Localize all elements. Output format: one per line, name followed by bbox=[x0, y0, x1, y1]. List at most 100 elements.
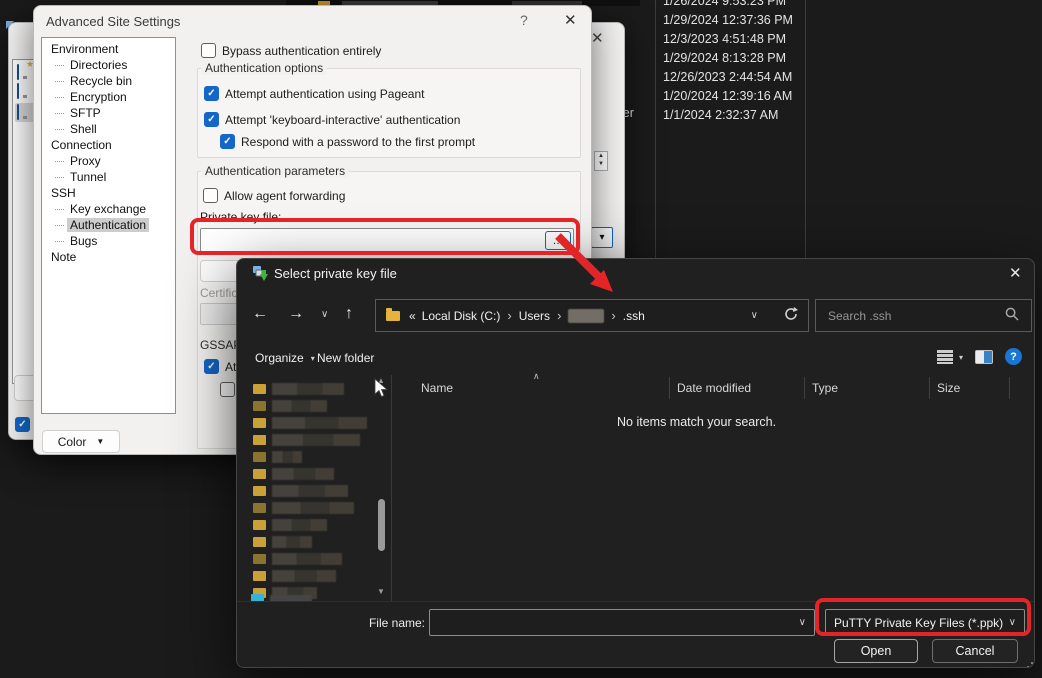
scroll-down-icon[interactable]: ▼ bbox=[377, 587, 385, 596]
checkbox-checked-icon[interactable]: ✓ bbox=[204, 112, 219, 127]
timestamp-cell: 1/29/2024 8:13:28 PM bbox=[663, 49, 793, 68]
site-item[interactable] bbox=[17, 84, 19, 98]
chevron-down-icon: ▾ bbox=[311, 354, 315, 363]
file-name-input[interactable]: ∨ bbox=[429, 609, 815, 636]
checkbox-checked-icon[interactable]: ✓ bbox=[204, 359, 219, 374]
scrollbar-thumb[interactable] bbox=[378, 499, 385, 551]
breadcrumb-item-users[interactable]: Users bbox=[519, 309, 550, 323]
color-button[interactable]: Color ▼ bbox=[42, 430, 120, 453]
breadcrumb: Local Disk (C:)›Users››.ssh bbox=[422, 308, 645, 323]
spinner-down-icon[interactable]: ▼ bbox=[598, 161, 604, 169]
refresh-icon[interactable] bbox=[784, 307, 798, 324]
close-icon[interactable]: ✕ bbox=[1009, 264, 1022, 282]
search-box[interactable]: Search .ssh bbox=[815, 299, 1032, 332]
sidebar-redacted-item[interactable] bbox=[253, 448, 373, 465]
checkbox-checked-icon[interactable]: ✓ bbox=[15, 417, 30, 432]
close-icon[interactable]: ✕ bbox=[591, 29, 604, 47]
tree-item-authentication[interactable]: Authentication bbox=[42, 217, 175, 233]
tree-item-label: Encryption bbox=[67, 90, 130, 104]
cancel-button[interactable]: Cancel bbox=[932, 639, 1018, 663]
tree-item-environment[interactable]: Environment bbox=[42, 41, 175, 57]
tree-item-shell[interactable]: Shell bbox=[42, 121, 175, 137]
folder-icon bbox=[253, 418, 266, 428]
checkbox-checked-icon[interactable]: ✓ bbox=[220, 134, 235, 149]
sidebar-redacted-item[interactable] bbox=[253, 567, 373, 584]
help-icon[interactable]: ? bbox=[1005, 348, 1022, 365]
help-glyph: ? bbox=[1010, 351, 1017, 363]
tree-item-label: Authentication bbox=[67, 218, 149, 232]
details-view-icon[interactable] bbox=[937, 350, 953, 364]
breadcrumb-redacted-segment[interactable] bbox=[568, 309, 604, 323]
checkbox-unchecked-icon[interactable] bbox=[203, 188, 218, 203]
column-header-name[interactable]: Name bbox=[393, 377, 669, 399]
tree-item-ssh[interactable]: SSH bbox=[42, 185, 175, 201]
sidebar-redacted-item[interactable] bbox=[253, 499, 373, 516]
checkbox-respond-with-a-password-to-the-first-prompt[interactable]: ✓Respond with a password to the first pr… bbox=[220, 134, 475, 149]
spinner-up-icon[interactable]: ▲ bbox=[598, 153, 604, 161]
sidebar-redacted-item[interactable] bbox=[253, 550, 373, 567]
breadcrumb-item-ssh[interactable]: .ssh bbox=[623, 309, 645, 323]
resize-grip[interactable] bbox=[1023, 654, 1033, 664]
back-icon[interactable]: ← bbox=[252, 306, 268, 322]
tree-item-directories[interactable]: Directories bbox=[42, 57, 175, 73]
tree-item-label: Tunnel bbox=[67, 170, 109, 184]
search-icon[interactable] bbox=[1005, 307, 1019, 324]
view-caret-icon[interactable]: ▾ bbox=[959, 353, 963, 362]
address-bar[interactable]: « Local Disk (C:)›Users››.ssh ∨ bbox=[375, 299, 809, 332]
breadcrumb-item-local-disk-c[interactable]: Local Disk (C:) bbox=[422, 309, 501, 323]
search-placeholder: Search .ssh bbox=[828, 309, 891, 323]
tree-item-proxy[interactable]: Proxy bbox=[42, 153, 175, 169]
chevron-down-icon[interactable]: ∨ bbox=[799, 617, 806, 628]
private-key-input[interactable] bbox=[200, 228, 574, 252]
checkbox-attempt-authentication-using-pageant[interactable]: ✓Attempt authentication using Pageant bbox=[204, 86, 424, 101]
sidebar-redacted-item[interactable] bbox=[253, 465, 373, 482]
forward-icon[interactable]: → bbox=[288, 306, 304, 322]
redacted-label bbox=[272, 383, 344, 395]
sidebar-redacted-item[interactable] bbox=[253, 380, 373, 397]
sidebar-redacted-item[interactable] bbox=[253, 516, 373, 533]
date-modified-column: 1/26/2024 9:53:23 PM1/29/2024 12:37:36 P… bbox=[663, 0, 793, 125]
checkbox-unchecked-icon[interactable] bbox=[201, 43, 216, 58]
tree-guide bbox=[55, 177, 64, 178]
sidebar-redacted-item[interactable] bbox=[253, 431, 373, 448]
tree-item-key-exchange[interactable]: Key exchange bbox=[42, 201, 175, 217]
site-item-new[interactable]: ★ bbox=[17, 65, 19, 79]
open-button[interactable]: Open bbox=[834, 639, 918, 663]
sidebar-redacted-item[interactable] bbox=[253, 414, 373, 431]
tree-item-recycle-bin[interactable]: Recycle bin bbox=[42, 73, 175, 89]
sidebar-redacted-item[interactable] bbox=[253, 397, 373, 414]
port-spinner[interactable]: ▲▼ bbox=[594, 151, 608, 171]
navigation-pane[interactable] bbox=[253, 380, 373, 618]
organize-button[interactable]: Organize ▾ bbox=[255, 351, 315, 365]
tree-item-encryption[interactable]: Encryption bbox=[42, 89, 175, 105]
checkbox-bypass-authentication[interactable]: Bypass authentication entirely bbox=[201, 43, 381, 58]
up-icon[interactable]: ↑ bbox=[345, 306, 353, 322]
checkbox-unchecked-icon[interactable] bbox=[220, 382, 235, 397]
preview-pane-icon[interactable] bbox=[975, 350, 993, 364]
tree-item-note[interactable]: Note bbox=[42, 249, 175, 265]
address-dropdown-icon[interactable]: ∨ bbox=[751, 310, 784, 321]
login-split-dropdown[interactable]: ▾ bbox=[591, 227, 613, 248]
new-folder-button[interactable]: New folder bbox=[317, 351, 374, 365]
tree-item-tunnel[interactable]: Tunnel bbox=[42, 169, 175, 185]
browse-button[interactable]: … bbox=[545, 231, 571, 250]
tree-item-connection[interactable]: Connection bbox=[42, 137, 175, 153]
column-divider bbox=[655, 0, 656, 258]
tree-item-bugs[interactable]: Bugs bbox=[42, 233, 175, 249]
checkbox-attempt-keyboard-interactive-authentication[interactable]: ✓Attempt 'keyboard-interactive' authenti… bbox=[204, 112, 460, 127]
tree-guide bbox=[55, 129, 64, 130]
breadcrumb-overflow[interactable]: « bbox=[400, 309, 422, 323]
column-header-size[interactable]: Size bbox=[929, 377, 1009, 399]
sidebar-redacted-item[interactable] bbox=[253, 482, 373, 499]
checkbox-allow-agent-forwarding[interactable]: Allow agent forwarding bbox=[203, 188, 345, 203]
close-icon[interactable]: ✕ bbox=[564, 11, 577, 29]
tree-item-sftp[interactable]: SFTP bbox=[42, 105, 175, 121]
folder-icon bbox=[253, 571, 266, 581]
column-header-date-modified[interactable]: Date modified bbox=[669, 377, 804, 399]
file-type-dropdown[interactable]: PuTTY Private Key Files (*.ppk) ∨ bbox=[825, 609, 1025, 636]
help-button[interactable]: ? bbox=[520, 12, 528, 28]
checkbox-checked-icon[interactable]: ✓ bbox=[204, 86, 219, 101]
column-header-type[interactable]: Type bbox=[804, 377, 929, 399]
sidebar-redacted-item[interactable] bbox=[253, 533, 373, 550]
history-chevron-icon[interactable]: ∨ bbox=[321, 309, 328, 320]
